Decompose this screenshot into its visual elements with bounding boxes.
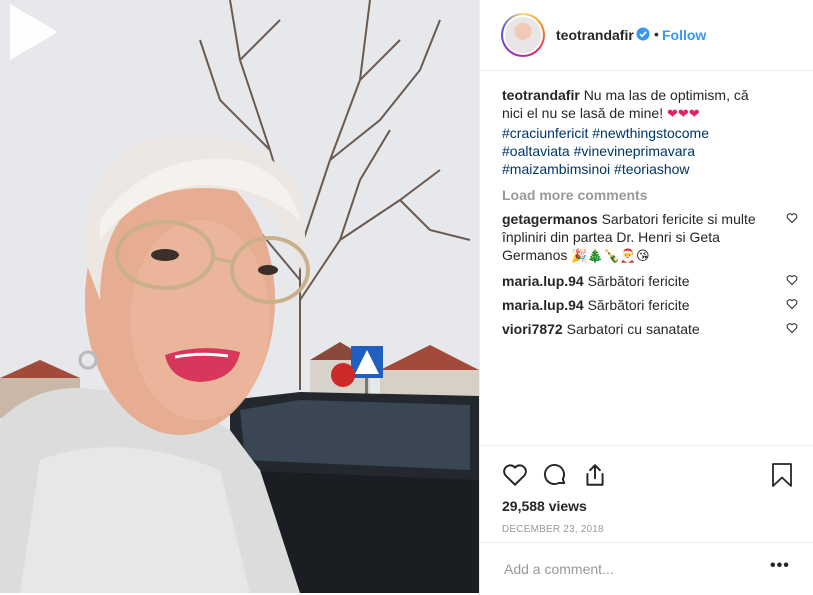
caption-hearts: ❤❤❤ [666, 107, 700, 122]
load-more-comments-button[interactable]: Load more comments [502, 186, 794, 204]
separator-dot: • [654, 26, 659, 42]
hashtag-link[interactable]: #oaltaviata [502, 143, 570, 159]
post-video[interactable] [0, 0, 479, 593]
profile-photo [505, 17, 541, 53]
bookmark-icon[interactable] [770, 462, 794, 488]
comment-item: viori7872 Sarbatori cu sanatate [502, 320, 798, 338]
video-frame [0, 0, 479, 593]
comment-item: maria.lup.94 Sărbători fericite [502, 296, 798, 314]
comment-like-icon[interactable] [786, 298, 798, 310]
comment-item: getagermanos Sarbatori fericite si multe… [502, 210, 798, 266]
comment-like-icon[interactable] [786, 212, 798, 224]
caption-username[interactable]: teotrandafir [502, 87, 580, 103]
view-count[interactable]: 29,588 views [502, 498, 587, 514]
username-link[interactable]: teotrandafir [556, 27, 634, 43]
follow-button[interactable]: Follow [662, 27, 706, 43]
comment-icon[interactable] [542, 462, 568, 488]
play-icon[interactable] [0, 0, 64, 64]
add-comment-bar: ••• [480, 542, 813, 595]
comment-username[interactable]: maria.lup.94 [502, 297, 584, 313]
comment-like-icon[interactable] [786, 274, 798, 286]
comment-like-icon[interactable] [786, 322, 798, 334]
hashtag-link[interactable]: #maizambimsinoi [502, 161, 610, 177]
hashtag-link[interactable]: #teoriashow [614, 161, 690, 177]
verified-badge-icon [636, 27, 650, 41]
post-header: teotrandafir • Follow [480, 0, 813, 71]
caption: teotrandafir Nu ma las de optimism, că n… [502, 86, 794, 178]
comment-emojis: 🎉🎄🍾🎅😘 [571, 249, 650, 264]
post-actions: 29,588 views DECEMBER 23, 2018 ••• [480, 445, 813, 594]
comments-section: teotrandafir Nu ma las de optimism, că n… [502, 86, 798, 344]
more-options-icon[interactable]: ••• [770, 557, 790, 575]
comment-item: maria.lup.94 Sărbători fericite [502, 272, 798, 290]
avatar[interactable] [501, 13, 545, 57]
heart-icon[interactable] [502, 462, 528, 488]
comment-username[interactable]: getagermanos [502, 211, 598, 227]
comment-text: Sărbători fericite [587, 273, 690, 289]
hashtag-link[interactable]: #vinevineprimavara [574, 143, 695, 159]
comment-text: Sărbători fericite [587, 297, 690, 313]
post-date[interactable]: DECEMBER 23, 2018 [502, 524, 604, 535]
comment-username[interactable]: viori7872 [502, 321, 563, 337]
post-sidebar: teotrandafir • Follow teotrandafir Nu ma… [479, 0, 813, 593]
comment-text: Sarbatori cu sanatate [566, 321, 700, 337]
add-comment-input[interactable] [502, 560, 756, 578]
hashtag-link[interactable]: #craciunfericit [502, 125, 588, 141]
comment-username[interactable]: maria.lup.94 [502, 273, 584, 289]
share-icon[interactable] [582, 462, 608, 488]
hashtag-link[interactable]: #newthingstocome [592, 125, 709, 141]
